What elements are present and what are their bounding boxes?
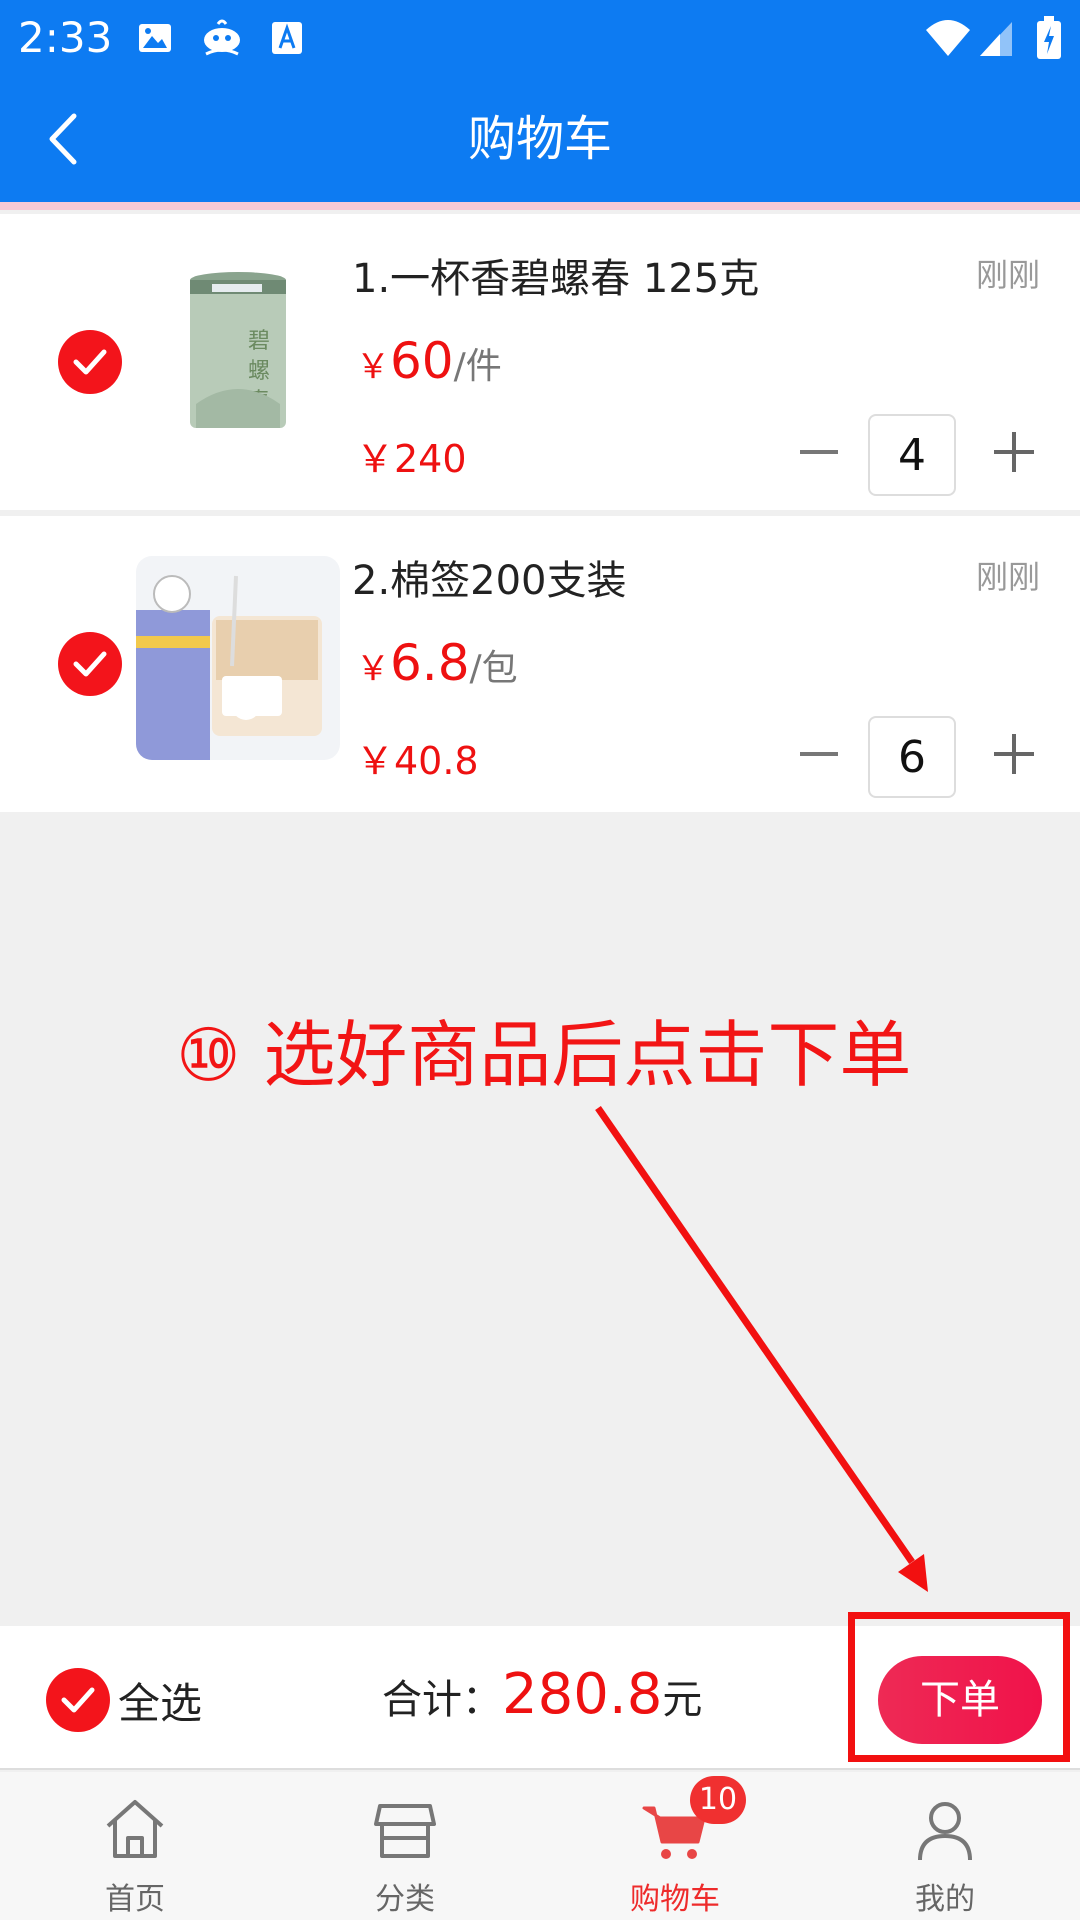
tab-label: 分类: [375, 1882, 435, 1917]
page-title: 购物车: [467, 111, 612, 167]
item-subtotal: ￥40.8: [356, 739, 479, 783]
tab-label: 购物车: [630, 1882, 720, 1917]
price-unit: /件: [453, 346, 502, 387]
item-subtotal: ￥240: [356, 437, 467, 481]
price-unit: /包: [469, 648, 518, 689]
keyboard-notification-icon: [272, 22, 302, 54]
wifi-icon: [926, 20, 970, 56]
cart-item: 碧 螺 春 1.一杯香碧螺春 125克 刚刚 ￥60/件 ￥240 4: [0, 214, 1080, 510]
added-time: 刚刚: [975, 256, 1040, 294]
svg-text:碧: 碧: [248, 329, 270, 354]
order-total: 合计：280.8元: [382, 1662, 702, 1727]
currency-symbol: ￥: [356, 347, 390, 387]
increase-qty-button[interactable]: [994, 432, 1034, 472]
product-image[interactable]: 碧 螺 春: [136, 254, 340, 458]
unit-price: ￥60/件: [356, 332, 502, 390]
total-label: 合计：: [382, 1677, 502, 1723]
quantity-input[interactable]: 6: [868, 716, 956, 798]
currency-symbol: ￥: [356, 649, 390, 689]
total-unit: 元: [662, 1677, 703, 1723]
cart-count-badge: 10: [690, 1776, 746, 1824]
price-value: 6.8: [390, 634, 470, 692]
check-icon: [73, 651, 107, 677]
decrease-qty-button[interactable]: [800, 450, 838, 454]
decrease-qty-button[interactable]: [800, 752, 838, 756]
tab-mine[interactable]: 我的: [810, 1772, 1080, 1920]
user-icon: [918, 1802, 972, 1861]
unit-price: ￥6.8/包: [356, 634, 518, 692]
select-all-checkbox[interactable]: [46, 1668, 110, 1732]
tab-home[interactable]: 首页: [0, 1772, 270, 1920]
item-checkbox[interactable]: [58, 330, 122, 394]
increase-qty-button[interactable]: [994, 734, 1034, 774]
item-checkbox[interactable]: [58, 632, 122, 696]
product-name[interactable]: 2.棉签200支装: [352, 548, 627, 606]
app-notification-icon: [204, 19, 240, 56]
bottom-tab-bar: 首页 分类 购物车 我的: [0, 1772, 1080, 1920]
signal-icon: [980, 22, 1012, 56]
status-time: 2:33: [18, 13, 113, 62]
image-notification-icon: [139, 24, 171, 52]
status-bar: 2:33: [0, 0, 1080, 76]
svg-text:螺: 螺: [248, 359, 270, 384]
title-bar: 购物车: [0, 76, 1080, 202]
tutorial-annotation: ⑩ 选好商品后点击下单: [176, 1013, 912, 1097]
home-icon: [106, 1800, 164, 1858]
price-value: 60: [390, 332, 454, 390]
battery-icon: [1037, 16, 1061, 59]
tab-label: 我的: [915, 1882, 975, 1917]
cart-item: 2.棉签200支装 刚刚 ￥6.8/包 ￥40.8 6: [0, 516, 1080, 812]
tab-label: 首页: [105, 1882, 165, 1917]
product-name[interactable]: 1.一杯香碧螺春 125克: [352, 246, 759, 304]
check-icon: [73, 349, 107, 375]
added-time: 刚刚: [975, 558, 1040, 596]
tab-category[interactable]: 分类: [270, 1772, 540, 1920]
tab-cart[interactable]: 购物车: [540, 1772, 810, 1920]
store-icon: [374, 1804, 436, 1858]
check-icon: [61, 1687, 95, 1713]
annotation-highlight-box: [848, 1612, 1070, 1762]
product-image[interactable]: [136, 556, 340, 760]
total-value: 280.8: [502, 1662, 663, 1727]
quantity-input[interactable]: 4: [868, 414, 956, 496]
select-all-label[interactable]: 全选: [118, 1670, 202, 1731]
header-divider: [0, 202, 1080, 210]
